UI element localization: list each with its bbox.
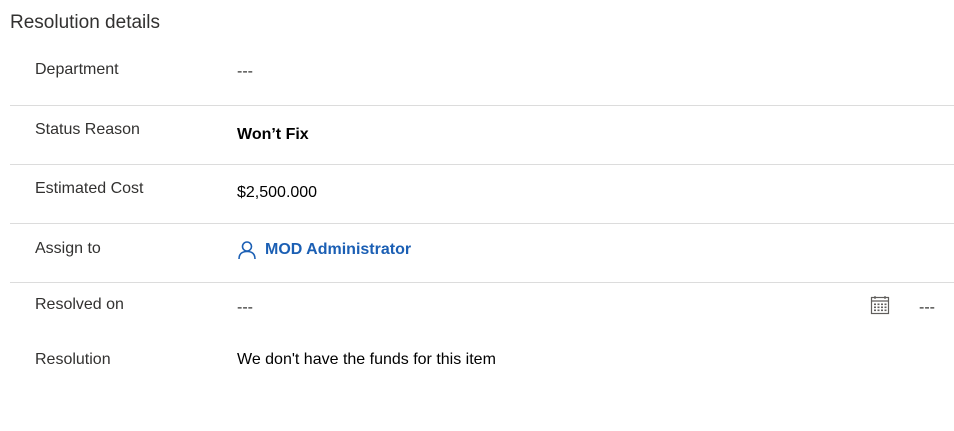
- resolution-label: Resolution: [35, 351, 111, 368]
- resolved-on-label: Resolved on: [35, 296, 124, 313]
- assign-to-value[interactable]: MOD Administrator: [265, 241, 411, 259]
- field-row-status-reason: Status Reason Won’t Fix: [10, 106, 954, 165]
- field-row-assign-to: Assign to MOD Administrator: [10, 224, 954, 283]
- field-row-department: Department ---: [10, 40, 954, 106]
- assign-to-label: Assign to: [35, 240, 101, 257]
- status-reason-value[interactable]: Won’t Fix: [237, 126, 309, 144]
- resolution-value[interactable]: We don't have the funds for this item: [237, 351, 496, 369]
- resolution-form: Department --- Status Reason Won’t Fix E…: [10, 40, 954, 389]
- department-label: Department: [35, 61, 119, 78]
- department-value[interactable]: ---: [237, 63, 253, 81]
- section-title: Resolution details: [10, 12, 160, 33]
- field-row-resolved-on: Resolved on --- ---: [10, 283, 954, 339]
- calendar-icon[interactable]: [868, 293, 892, 317]
- estimated-cost-value[interactable]: $2,500.000: [237, 184, 317, 202]
- assign-to-lookup[interactable]: MOD Administrator: [237, 240, 411, 260]
- estimated-cost-label: Estimated Cost: [35, 180, 144, 197]
- field-row-resolution: Resolution We don't have the funds for t…: [10, 339, 954, 389]
- person-icon: [237, 240, 265, 260]
- resolved-on-time-value[interactable]: ---: [919, 299, 935, 317]
- field-row-estimated-cost: Estimated Cost $2,500.000: [10, 165, 954, 224]
- resolved-on-date-value[interactable]: ---: [237, 299, 253, 317]
- status-reason-label: Status Reason: [35, 121, 140, 138]
